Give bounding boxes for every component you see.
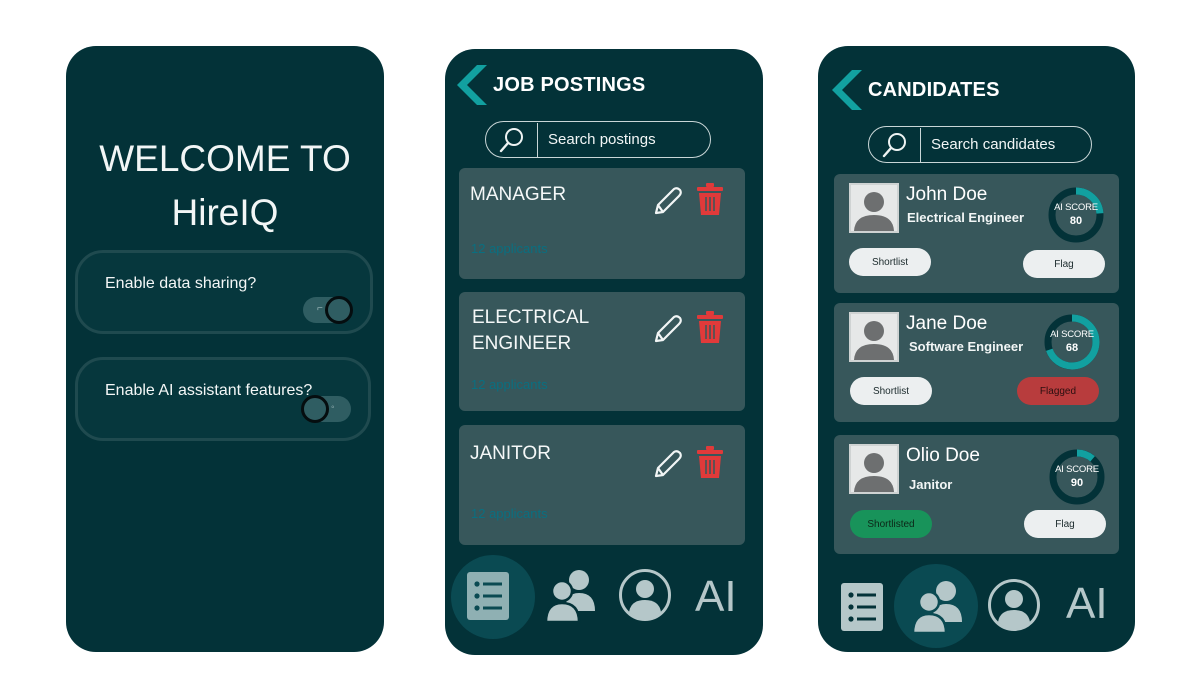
job-title: ELECTRICAL ENGINEER <box>472 305 589 357</box>
job-applicants: 12 applicants <box>471 377 548 392</box>
shortlisted-button[interactable]: Shortlisted <box>850 510 932 538</box>
job-card-manager[interactable]: MANAGER 12 applicants <box>459 168 745 279</box>
profile-icon[interactable] <box>987 578 1041 632</box>
job-postings-screen: JOB POSTINGS Search postings MANAGER 12 … <box>445 49 763 655</box>
page-title: JOB POSTINGS <box>493 73 646 96</box>
candidate-name: John Doe <box>906 184 988 205</box>
people-icon[interactable] <box>545 567 597 623</box>
flag-button[interactable]: Flag <box>1024 510 1106 538</box>
search-icon <box>869 127 921 162</box>
candidate-card[interactable]: Olio Doe Janitor AI SCORE 90 Shortlisted… <box>834 435 1119 554</box>
toggle-off-glyph: ◦ <box>331 402 335 413</box>
data-sharing-label: Enable data sharing? <box>105 275 257 292</box>
ai-score-label: AI SCORE <box>1050 329 1094 340</box>
ai-score-label: AI SCORE <box>1055 464 1099 475</box>
nav-ai-label[interactable]: AI <box>695 575 737 619</box>
toggle-knob <box>325 296 353 324</box>
job-applicants: 12 applicants <box>471 506 548 521</box>
ai-score-ring: AI SCORE 68 <box>1044 314 1100 370</box>
job-applicants: 12 applicants <box>471 241 548 256</box>
toggle-knob <box>301 395 329 423</box>
candidates-screen: CANDIDATES Search candidates John Doe El… <box>818 46 1135 652</box>
toggle-on-glyph: ⌐ <box>317 303 323 314</box>
candidates-header: CANDIDATES <box>830 66 1000 114</box>
flagged-button[interactable]: Flagged <box>1017 377 1099 405</box>
job-card-janitor[interactable]: JANITOR 12 applicants <box>459 425 745 545</box>
welcome-title-line1: WELCOME TO <box>99 138 351 179</box>
avatar-placeholder-icon <box>849 183 899 233</box>
back-chevron-icon[interactable] <box>455 63 489 107</box>
search-placeholder: Search postings <box>548 131 656 148</box>
data-sharing-toggle[interactable]: ⌐ <box>303 296 353 324</box>
delete-trash-icon[interactable] <box>696 310 724 344</box>
ai-score-ring: AI SCORE 80 <box>1048 187 1104 243</box>
ai-score-label: AI SCORE <box>1054 202 1098 213</box>
welcome-screen: WELCOME TO HireIQ Enable data sharing? ⌐… <box>66 46 384 652</box>
search-icon <box>486 122 538 157</box>
search-placeholder: Search candidates <box>931 136 1056 153</box>
job-title: JANITOR <box>470 443 551 464</box>
shortlist-button[interactable]: Shortlist <box>850 377 932 405</box>
edit-pencil-icon[interactable] <box>650 185 684 221</box>
list-icon <box>467 572 509 620</box>
ai-score-value: 68 <box>1065 342 1079 354</box>
delete-trash-icon[interactable] <box>696 445 724 479</box>
ai-assistant-label: Enable AI assistant features? <box>105 382 313 399</box>
shortlist-button[interactable]: Shortlist <box>849 248 931 276</box>
ai-score-value: 90 <box>1070 477 1084 489</box>
search-candidates-input[interactable]: Search candidates <box>868 126 1092 163</box>
candidate-role: Software Engineer <box>909 339 1024 354</box>
ai-score-ring: AI SCORE 90 <box>1049 449 1105 505</box>
nav-ai-label[interactable]: AI <box>1066 582 1108 626</box>
candidate-card[interactable]: Jane Doe Software Engineer AI SCORE 68 S… <box>834 303 1119 422</box>
job-postings-header: JOB POSTINGS <box>455 61 645 109</box>
delete-trash-icon[interactable] <box>696 182 724 216</box>
ai-assistant-toggle[interactable]: ◦ <box>301 395 351 423</box>
flag-button[interactable]: Flag <box>1023 250 1105 278</box>
search-postings-input[interactable]: Search postings <box>485 121 711 158</box>
candidate-card[interactable]: John Doe Electrical Engineer AI SCORE 80… <box>834 174 1119 293</box>
back-chevron-icon[interactable] <box>830 68 864 112</box>
edit-pencil-icon[interactable] <box>650 448 684 484</box>
candidate-name: Jane Doe <box>906 313 988 334</box>
list-icon[interactable] <box>840 582 884 632</box>
candidate-name: Olio Doe <box>906 445 980 466</box>
candidate-role: Janitor <box>909 477 953 492</box>
edit-pencil-icon[interactable] <box>650 313 684 349</box>
job-card-electrical-engineer[interactable]: ELECTRICAL ENGINEER 12 applicants <box>459 292 745 411</box>
welcome-title: WELCOME TO HireIQ <box>66 132 384 240</box>
job-title-line2: ENGINEER <box>472 333 572 354</box>
app-name: HireIQ <box>171 192 279 233</box>
avatar-placeholder-icon <box>849 312 899 362</box>
job-title: MANAGER <box>470 184 567 205</box>
page-title: CANDIDATES <box>868 78 1000 101</box>
profile-icon[interactable] <box>618 568 672 622</box>
job-title-line1: ELECTRICAL <box>472 307 590 328</box>
avatar-placeholder-icon <box>849 444 899 494</box>
ai-score-value: 80 <box>1069 215 1083 227</box>
people-icon <box>912 581 962 634</box>
candidate-role: Electrical Engineer <box>907 210 1025 225</box>
